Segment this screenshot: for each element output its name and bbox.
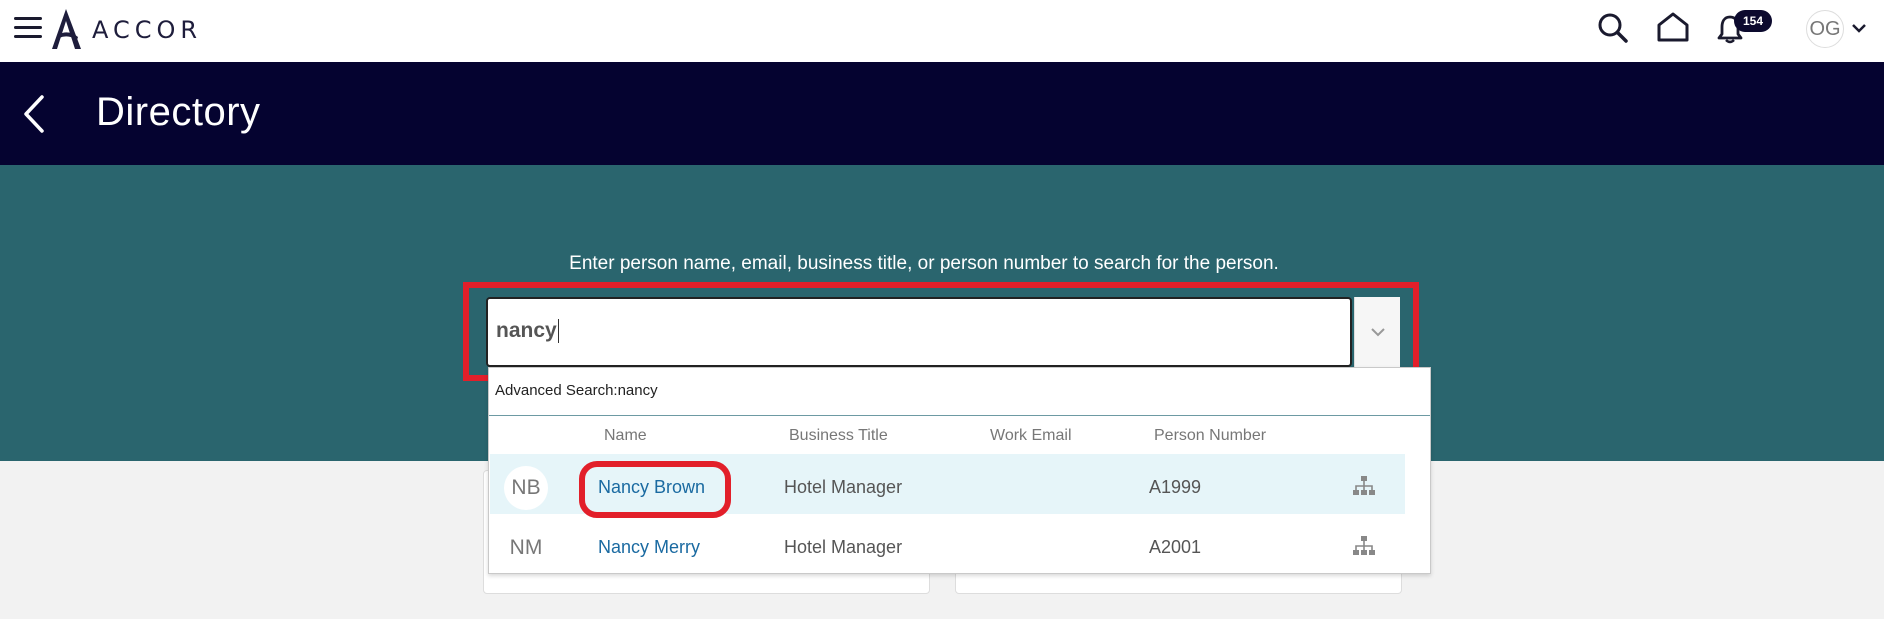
result-person-number: A2001: [1149, 537, 1202, 557]
name-highlight: [579, 461, 731, 518]
notification-badge[interactable]: 154: [1734, 10, 1772, 32]
result-business-title: Hotel Manager: [784, 477, 903, 497]
org-chart-icon[interactable]: [1353, 536, 1375, 561]
result-business-title: Hotel Manager: [784, 537, 903, 557]
accor-logo[interactable]: ACCOR: [48, 6, 202, 52]
page-title: Directory: [96, 90, 261, 134]
advanced-search-link[interactable]: Advanced Search:nancy: [495, 382, 658, 399]
column-header-work-email: Work Email: [990, 427, 1072, 444]
column-header-business-title: Business Title: [789, 427, 888, 444]
org-chart-icon[interactable]: [1353, 476, 1375, 501]
result-person-number: A1999: [1149, 477, 1202, 497]
search-hint: Enter person name, email, business title…: [569, 253, 1279, 274]
home-icon[interactable]: [1656, 11, 1690, 48]
divider: [489, 415, 1430, 416]
search-icon[interactable]: [1597, 12, 1629, 49]
result-name-link[interactable]: Nancy Merry: [598, 537, 700, 558]
avatar: NB: [504, 466, 548, 510]
top-bar: ACCOR 154 OG: [0, 0, 1884, 62]
back-arrow-icon[interactable]: [22, 94, 46, 139]
menu-icon[interactable]: [14, 17, 42, 39]
user-avatar[interactable]: OG: [1806, 10, 1844, 48]
logo-text: ACCOR: [92, 16, 203, 44]
column-header-name: Name: [604, 427, 647, 444]
avatar: NM: [509, 536, 543, 559]
chevron-down-icon[interactable]: [1851, 21, 1867, 39]
accor-logo-icon: [52, 9, 81, 49]
column-header-person-number: Person Number: [1154, 427, 1267, 444]
page-header: Directory: [0, 62, 1884, 165]
result-row[interactable]: NM Nancy Merry Hotel Manager A2001: [490, 514, 1405, 574]
